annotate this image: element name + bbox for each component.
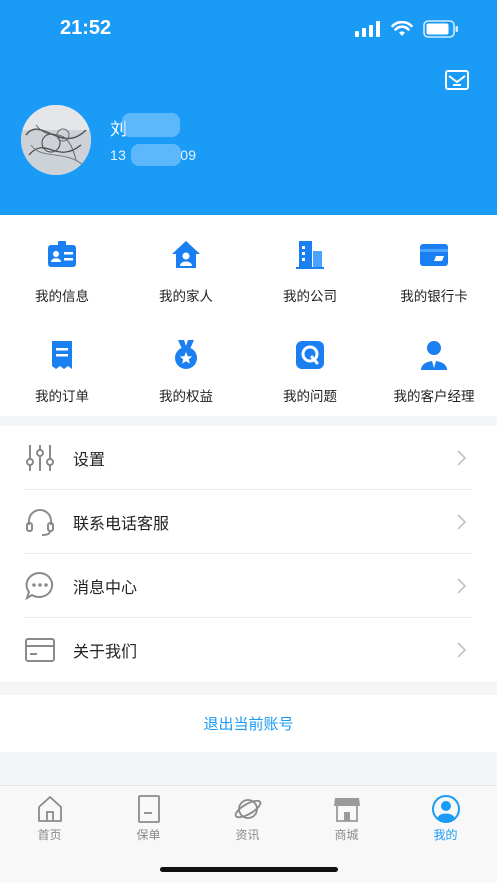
building-icon <box>296 241 324 269</box>
grid-item-my-bank-card[interactable]: 我的银行卡 <box>372 215 496 315</box>
avatar[interactable] <box>21 105 91 175</box>
document-icon <box>137 795 160 823</box>
tab-policy[interactable]: 保单 <box>99 794 198 844</box>
tab-label: 资讯 <box>235 828 260 842</box>
question-q-icon <box>296 341 324 369</box>
headset-icon <box>26 509 54 536</box>
phone-redaction <box>131 144 181 166</box>
sliders-icon <box>26 445 54 471</box>
card-icon <box>25 638 55 662</box>
home-icon <box>37 796 62 822</box>
grid-label: 我的信息 <box>35 289 89 305</box>
chevron-right-icon <box>457 450 467 466</box>
avatar-image <box>21 105 91 175</box>
user-icon <box>431 795 460 823</box>
wifi-icon <box>391 21 413 36</box>
chat-bubble-icon <box>25 571 54 601</box>
home-indicator <box>160 867 338 872</box>
tab-label: 我的 <box>433 828 458 842</box>
signal-icon <box>355 21 380 37</box>
house-person-icon <box>172 241 200 268</box>
grid-item-my-family[interactable]: 我的家人 <box>124 215 248 315</box>
logout-label: 退出当前账号 <box>203 715 294 733</box>
name-redaction <box>122 113 180 137</box>
tab-label: 首页 <box>37 828 62 842</box>
grid-label: 我的问题 <box>283 389 337 405</box>
bank-card-icon <box>420 244 448 266</box>
menu-label: 设置 <box>73 450 106 469</box>
menu-item-phone-support[interactable]: 联系电话客服 <box>0 490 497 554</box>
receipt-icon <box>52 341 72 369</box>
tab-home[interactable]: 首页 <box>0 794 99 844</box>
grid-label: 我的订单 <box>35 389 89 405</box>
id-card-icon <box>48 241 76 267</box>
menu-item-message-center[interactable]: 消息中心 <box>0 554 497 618</box>
grid-item-my-benefits[interactable]: 我的权益 <box>124 315 248 415</box>
grid-label: 我的客户经理 <box>393 389 475 405</box>
grid-item-my-orders[interactable]: 我的订单 <box>0 315 124 415</box>
mail-icon[interactable] <box>445 70 469 90</box>
store-icon <box>333 798 360 822</box>
grid-label: 我的银行卡 <box>400 289 468 305</box>
profile-header: 21:52 刘 13 09 <box>0 0 497 215</box>
grid-item-my-info[interactable]: 我的信息 <box>0 215 124 315</box>
tab-mall[interactable]: 商城 <box>297 794 396 844</box>
feature-grid: 我的信息 我的家人 我的公司 我的银行卡 我的订单 我的权益 我的问题 我的客户… <box>0 215 497 416</box>
phone-suffix: 09 <box>180 147 197 163</box>
grid-label: 我的公司 <box>283 289 337 305</box>
settings-menu: 设置 联系电话客服 消息中心 关于我们 <box>0 426 497 682</box>
grid-item-my-questions[interactable]: 我的问题 <box>248 315 372 415</box>
grid-item-my-account-manager[interactable]: 我的客户经理 <box>372 315 496 415</box>
tab-mine[interactable]: 我的 <box>396 794 495 844</box>
planet-icon <box>234 799 261 819</box>
battery-icon <box>423 20 458 38</box>
grid-label: 我的家人 <box>159 289 213 305</box>
menu-label: 关于我们 <box>73 642 138 661</box>
medal-icon <box>175 340 197 369</box>
status-time: 21:52 <box>60 17 112 39</box>
menu-item-about-us[interactable]: 关于我们 <box>0 618 497 682</box>
grid-item-my-company[interactable]: 我的公司 <box>248 215 372 315</box>
menu-item-settings[interactable]: 设置 <box>0 426 497 490</box>
logout-button[interactable]: 退出当前账号 <box>0 695 497 752</box>
manager-icon <box>421 341 447 370</box>
chevron-right-icon <box>457 578 467 594</box>
chevron-right-icon <box>457 642 467 658</box>
phone-prefix: 13 <box>110 147 127 163</box>
tab-news[interactable]: 资讯 <box>198 794 297 844</box>
menu-label: 联系电话客服 <box>73 514 170 533</box>
menu-label: 消息中心 <box>73 578 138 597</box>
chevron-right-icon <box>457 514 467 530</box>
status-icons <box>355 20 459 38</box>
tab-label: 商城 <box>334 828 359 842</box>
tab-label: 保单 <box>136 828 161 842</box>
grid-label: 我的权益 <box>159 389 213 405</box>
